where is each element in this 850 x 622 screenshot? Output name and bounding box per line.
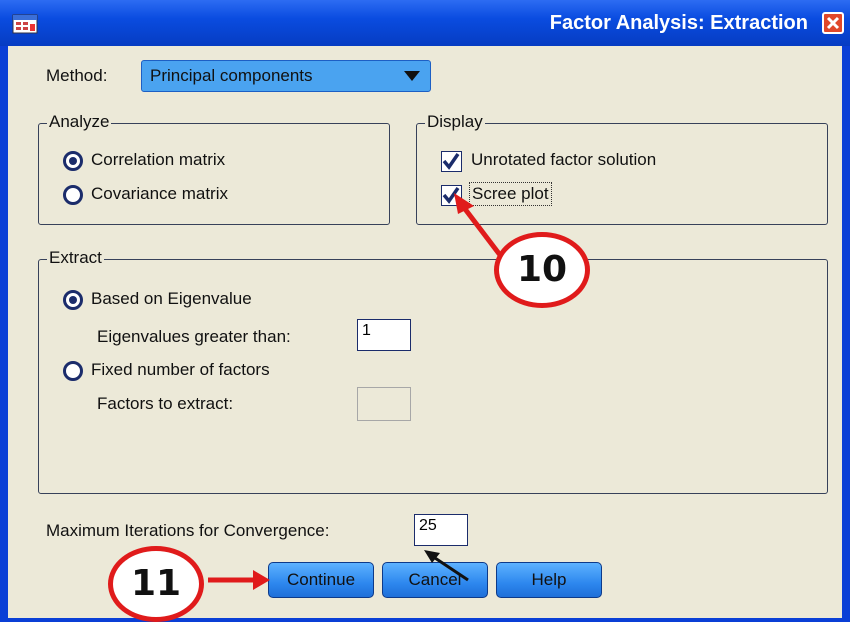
step-11-callout: 11 — [108, 546, 204, 622]
arrow-10 — [460, 203, 502, 257]
step-10-callout: 10 — [494, 232, 590, 308]
annotation-arrows — [208, 193, 502, 590]
dialog-window: Factor Analysis: Extraction Method: Prin… — [0, 0, 850, 622]
pointer-iterations — [431, 554, 469, 582]
arrow-10-head — [454, 193, 474, 214]
arrow-11-head — [253, 570, 270, 590]
